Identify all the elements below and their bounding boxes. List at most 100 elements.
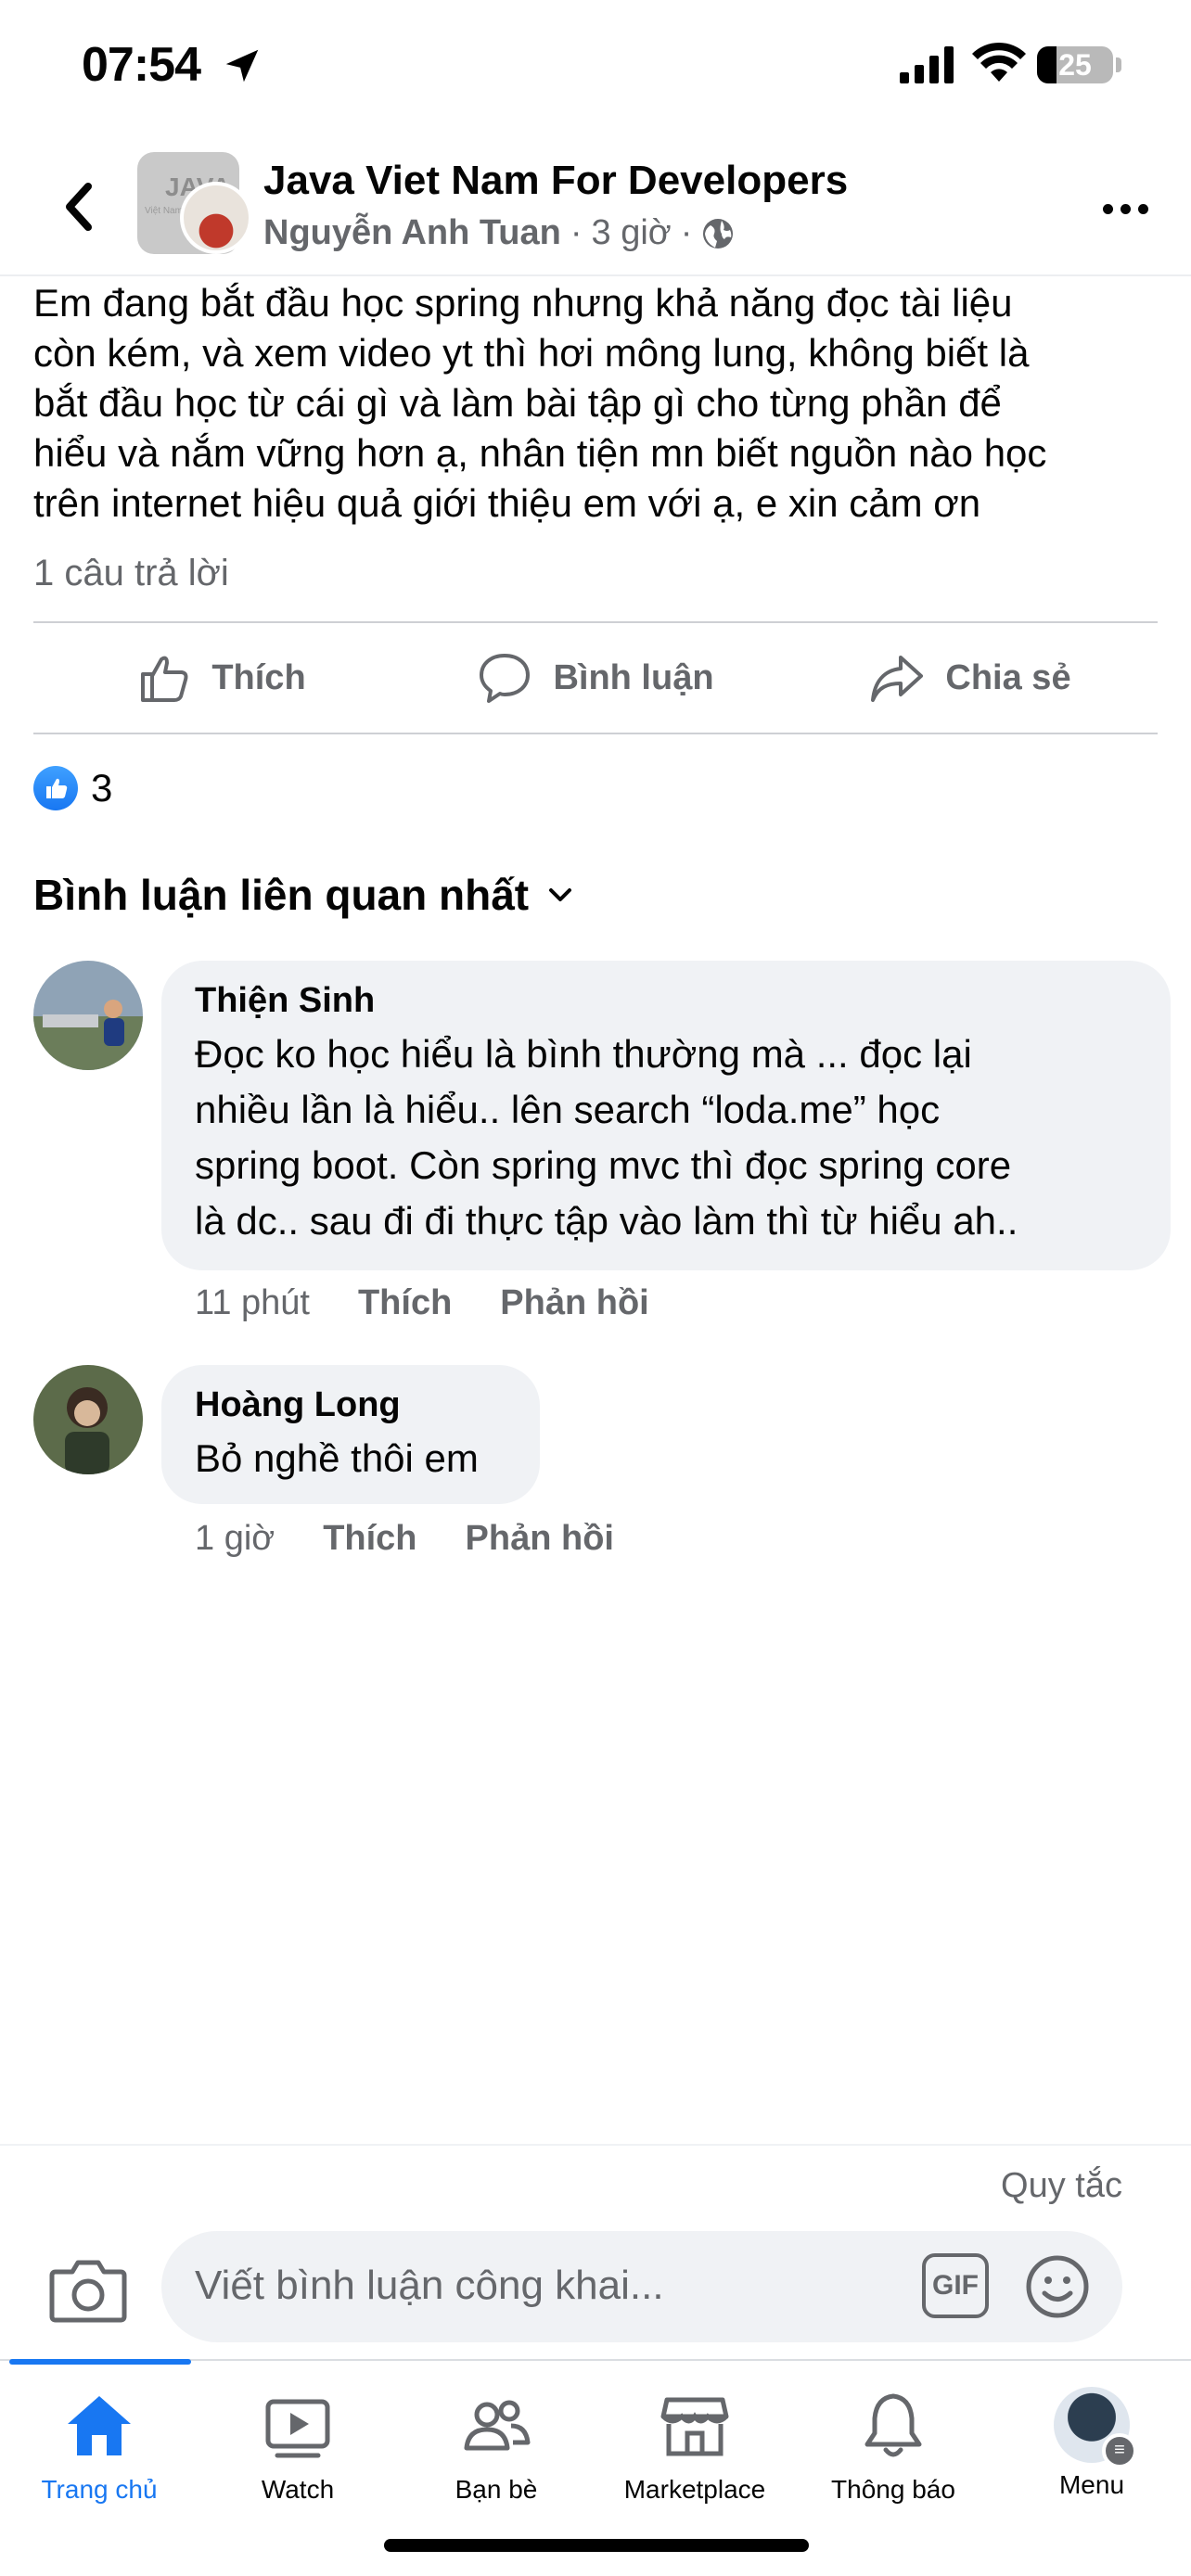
commenter-photo	[33, 961, 143, 1070]
comment-like-button[interactable]: Thích	[358, 1283, 452, 1323]
camera-icon[interactable]	[48, 2253, 128, 2324]
thumbs-up-icon	[46, 778, 68, 798]
comment-input[interactable]: Viết bình luận công khai... GIF	[161, 2231, 1122, 2342]
battery-icon: 25	[1037, 46, 1113, 83]
comment-line: là dc.. sau đi đi thực tập vào làm thì t…	[195, 1199, 1018, 1243]
post-header: JAVA Việt Nam Java Viet Nam For Develope…	[0, 139, 1191, 276]
reactions-summary[interactable]: 3	[33, 766, 112, 810]
meta-separator-2: ·	[680, 213, 693, 252]
more-dot	[1120, 203, 1131, 214]
active-tab-indicator	[9, 2359, 191, 2365]
wifi-icon	[972, 42, 1026, 82]
comment-reply-button[interactable]: Phản hồi	[466, 1519, 614, 1559]
bell-icon	[864, 2393, 922, 2457]
thumbs-up-icon	[141, 656, 188, 702]
tab-label: Thông báo	[831, 2475, 955, 2504]
gif-button[interactable]: GIF	[922, 2253, 989, 2318]
post-line: Em đang bắt đầu học spring nhưng khả năn…	[33, 281, 1013, 325]
post-actions: Thích Bình luận Chia sẻ	[33, 623, 1158, 733]
share-label: Chia sẻ	[945, 657, 1071, 697]
marketplace-icon	[660, 2397, 729, 2456]
commenter-avatar[interactable]	[33, 1365, 143, 1474]
friends-icon	[464, 2400, 531, 2451]
comment-composer-area: Quy tắc Viết bình luận công khai... GIF	[0, 2144, 1191, 2359]
post-line: trên internet hiệu quả giới thiệu em với…	[33, 481, 981, 525]
reply-count[interactable]: 1 câu trả lời	[33, 553, 229, 594]
share-button[interactable]: Chia sẻ	[783, 623, 1158, 733]
battery-percent: 25	[1058, 48, 1092, 82]
comment-line: spring boot. Còn spring mvc thì đọc spri…	[195, 1143, 1012, 1187]
tab-label: Bạn bè	[455, 2475, 538, 2504]
reaction-count: 3	[91, 766, 113, 810]
like-label: Thích	[211, 657, 306, 697]
tab-label: Marketplace	[623, 2475, 766, 2504]
comment-sort-dropdown[interactable]: Bình luận liên quan nhất	[33, 870, 575, 920]
comment-meta: 1 giờ Thích Phản hồi	[195, 1519, 614, 1559]
comment-like-button[interactable]: Thích	[323, 1519, 416, 1559]
cellular-signal-icon	[900, 46, 954, 83]
comment-line: nhiều lần là hiểu.. lên search “loda.me”…	[195, 1088, 941, 1131]
comment-label: Bình luận	[553, 657, 714, 697]
meta-separator: ·	[570, 213, 583, 252]
post-line: hiểu và nắm vững hơn ạ, nhân tiện mn biế…	[33, 431, 1047, 475]
like-button[interactable]: Thích	[33, 623, 408, 733]
status-time: 07:54	[82, 38, 201, 92]
chevron-down-icon	[549, 888, 572, 901]
comment-meta: 11 phút Thích Phản hồi	[195, 1283, 649, 1323]
tab-label: Watch	[261, 2475, 335, 2504]
tab-home[interactable]: Trang chủ	[0, 2379, 198, 2556]
location-arrow-icon	[225, 49, 259, 83]
home-indicator	[384, 2539, 809, 2552]
comment-line: Đọc ko học hiểu là bình thường mà ... đọ…	[195, 1032, 972, 1076]
post-line: bắt đầu học từ cái gì và làm bài tập gì …	[33, 381, 1002, 425]
share-icon	[871, 656, 924, 702]
post-line: còn kém, và xem video yt thì hơi mông lu…	[33, 331, 1030, 375]
rules-link[interactable]: Quy tắc	[1001, 2166, 1122, 2206]
back-button[interactable]	[46, 174, 111, 239]
comment-time: 11 phút	[195, 1283, 310, 1322]
comment-input-placeholder: Viết bình luận công khai...	[195, 2263, 664, 2308]
tab-menu[interactable]: ≡ Menu	[992, 2379, 1191, 2556]
author-avatar[interactable]	[180, 182, 252, 254]
comment-text: Đọc ko học hiểu là bình thường mà ... đọ…	[195, 1027, 1137, 1249]
more-dot	[1137, 203, 1148, 214]
tab-label: Trang chủ	[41, 2475, 158, 2504]
tab-notifications[interactable]: Thông báo	[794, 2379, 992, 2556]
menu-hamburger-icon: ≡	[1102, 2433, 1137, 2468]
tab-friends[interactable]: Bạn bè	[397, 2379, 596, 2556]
post-text: Em đang bắt đầu học spring nhưng khả năn…	[33, 278, 1165, 529]
author-name[interactable]: Nguyễn Anh Tuan	[263, 213, 561, 253]
post-time[interactable]: 3 giờ	[592, 213, 672, 253]
home-icon	[68, 2396, 131, 2455]
divider	[33, 733, 1158, 734]
post-meta: Nguyễn Anh Tuan · 3 giờ ·	[263, 213, 735, 253]
comment-reply-button[interactable]: Phản hồi	[500, 1283, 648, 1323]
comment-button[interactable]: Bình luận	[408, 623, 783, 733]
comment-line: Bỏ nghề thôi em	[195, 1436, 479, 1480]
more-dots-icon	[1102, 203, 1113, 214]
tab-label: Menu	[1058, 2470, 1125, 2499]
group-avatar-subtext: Việt Nam	[145, 206, 183, 216]
tab-watch[interactable]: Watch	[198, 2379, 397, 2556]
commenter-photo	[33, 1365, 143, 1474]
more-options-button[interactable]	[1093, 190, 1158, 227]
chevron-left-icon	[66, 183, 92, 231]
status-bar: 07:54 25	[0, 0, 1191, 130]
like-reaction-icon	[33, 766, 78, 810]
globe-icon	[703, 218, 734, 249]
comment-text: Bỏ nghề thôi em	[195, 1431, 506, 1486]
commenter-name[interactable]: Hoàng Long	[195, 1385, 506, 1425]
comment-bubble[interactable]: Thiện Sinh Đọc ko học hiểu là bình thườn…	[161, 961, 1171, 1270]
menu-avatar: ≡	[1054, 2387, 1137, 2468]
comment-time: 1 giờ	[195, 1519, 275, 1558]
watch-icon	[265, 2399, 330, 2458]
sort-label: Bình luận liên quan nhất	[33, 871, 530, 919]
emoji-icon[interactable]	[1024, 2253, 1091, 2320]
commenter-avatar[interactable]	[33, 961, 143, 1070]
tab-marketplace[interactable]: Marketplace	[596, 2379, 794, 2556]
group-name[interactable]: Java Viet Nam For Developers	[263, 158, 848, 204]
comment-icon	[480, 654, 531, 703]
comment-bubble[interactable]: Hoàng Long Bỏ nghề thôi em	[161, 1365, 540, 1504]
commenter-name[interactable]: Thiện Sinh	[195, 981, 1137, 1021]
battery-tip	[1116, 57, 1121, 72]
